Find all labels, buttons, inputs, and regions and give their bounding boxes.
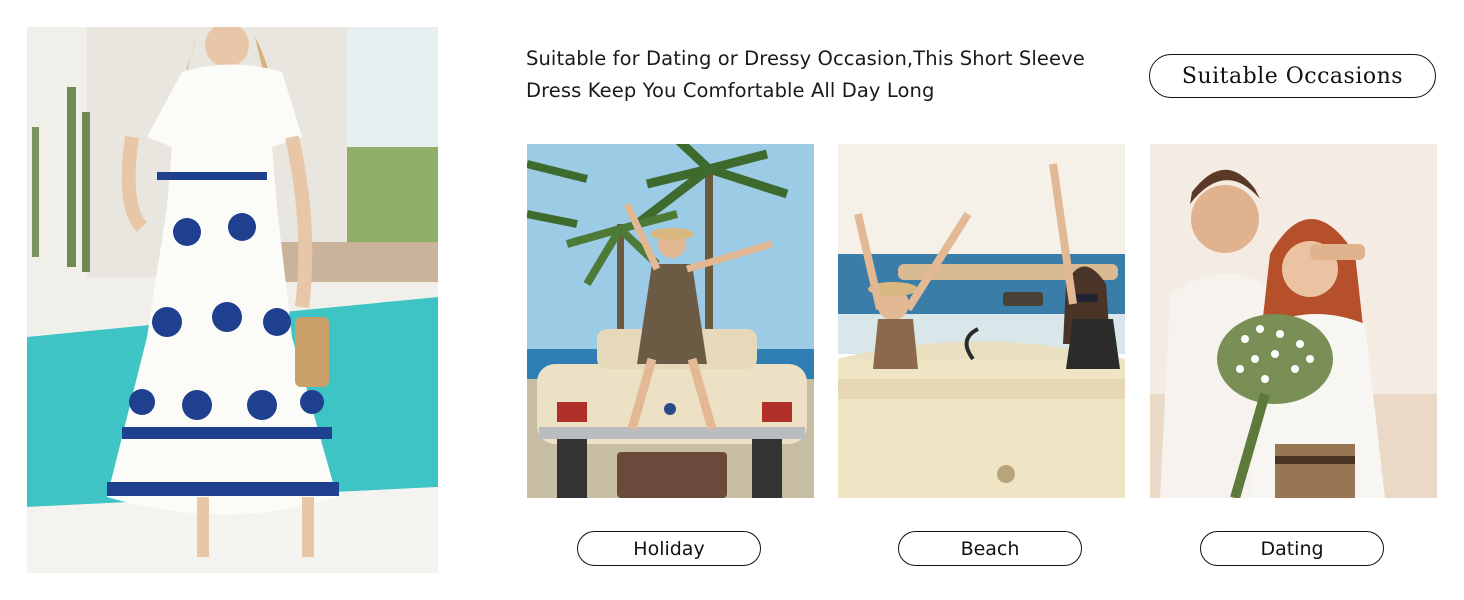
- holiday-photo: [527, 144, 814, 498]
- description-line-2: Dress Keep You Comfortable All Day Long: [526, 79, 935, 102]
- suitable-occasions-heading: Suitable Occasions: [1149, 54, 1436, 98]
- description-line-1: Suitable for Dating or Dressy Occasion,T…: [526, 47, 1085, 70]
- occasion-label-beach: Beach: [898, 531, 1082, 566]
- main-product-photo: [27, 27, 438, 573]
- occasion-label-holiday: Holiday: [577, 531, 761, 566]
- occasion-label-dating: Dating: [1200, 531, 1384, 566]
- beach-photo: [838, 144, 1125, 498]
- dating-photo: [1150, 144, 1437, 498]
- product-description: Suitable for Dating or Dressy Occasion,T…: [526, 43, 1126, 107]
